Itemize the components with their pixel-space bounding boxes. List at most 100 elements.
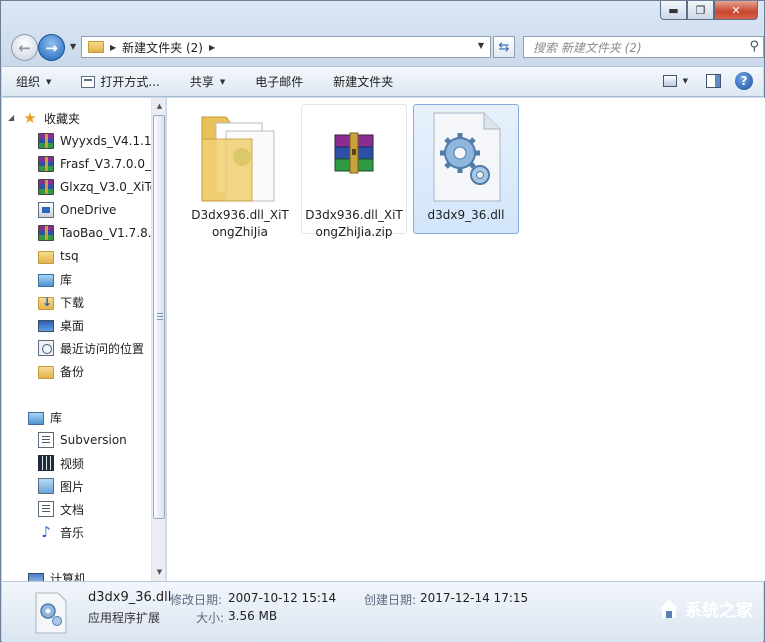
new-folder-button[interactable]: 新建文件夹 <box>333 73 393 90</box>
sidebar-item-backup[interactable]: 备份 <box>38 360 165 382</box>
computer-icon <box>28 573 44 581</box>
search-icon[interactable]: ⚲ <box>749 39 759 54</box>
created-date-label: 创建日期: <box>364 593 417 607</box>
open-with-label: 打开方式... <box>100 75 160 89</box>
sidebar-item-label: TaoBao_V1.7.8. <box>60 226 152 240</box>
breadcrumb-current[interactable]: 新建文件夹 (2) <box>122 39 203 56</box>
sidebar-item-label: 图片 <box>60 479 85 494</box>
file-list: D3dx936.dll_XiTongZhiJia D3dx936.dll_XiT… <box>167 98 765 581</box>
dll-gear-icon <box>433 112 501 202</box>
sidebar-libraries-header[interactable]: 库 <box>28 406 165 428</box>
email-label: 电子邮件 <box>255 75 304 89</box>
sidebar-item-videos[interactable]: 视频 <box>38 452 165 474</box>
winrar-archive-icon <box>38 133 54 149</box>
file-item-zip[interactable]: D3dx936.dll_XiTongZhiJia.zip <box>301 104 407 239</box>
sidebar-item-label: Glxzq_V3.0_XiTo <box>60 180 158 194</box>
grip-icon <box>157 313 163 321</box>
close-button[interactable]: ✕ <box>714 1 758 20</box>
share-label: 共享 <box>189 75 214 89</box>
desktop-icon <box>38 320 54 332</box>
share-menu[interactable]: 共享 ▼ <box>190 73 225 90</box>
minimize-button[interactable]: ▬ <box>660 1 687 20</box>
preview-pane-icon[interactable] <box>706 74 721 88</box>
sidebar-item-documents[interactable]: 文档 <box>38 498 165 520</box>
sidebar-item-downloads[interactable]: 下载 <box>38 291 165 313</box>
onedrive-icon <box>38 202 54 218</box>
sidebar-item-library[interactable]: 库 <box>38 268 165 290</box>
details-file-name: d3dx9_36.dll <box>88 590 172 605</box>
change-view-icon[interactable] <box>662 75 677 87</box>
downloads-icon <box>38 295 54 310</box>
sidebar-item-recent-places[interactable]: 最近访问的位置 <box>38 337 165 359</box>
search-input[interactable]: 搜索 新建文件夹 (2) ⚲ <box>523 36 764 58</box>
sidebar-item-music[interactable]: ♪ 音乐 <box>38 521 165 543</box>
help-icon[interactable]: ? <box>735 72 753 90</box>
created-date-value: 2017-12-14 17:15 <box>420 591 529 605</box>
view-controls: ▼ ? <box>662 72 753 90</box>
refresh-icon: ⇆ <box>498 39 510 55</box>
organize-label: 组织 <box>16 75 41 89</box>
sidebar-item-desktop[interactable]: 桌面 <box>38 314 165 336</box>
breadcrumb-chevron-icon[interactable]: ▶ <box>209 43 215 52</box>
view-options-dropdown[interactable]: ▼ <box>683 77 688 85</box>
scrollbar-thumb[interactable] <box>153 115 165 519</box>
winrar-archive-icon <box>334 132 374 174</box>
sidebar-item-glxzq[interactable]: Glxzq_V3.0_XiTo <box>38 176 165 198</box>
sidebar-item-label: 备份 <box>60 364 85 379</box>
details-file-type: 应用程序扩展 <box>88 611 161 625</box>
chevron-down-icon: ▼ <box>46 77 52 86</box>
recent-places-icon <box>38 340 54 356</box>
watermark-logo: 系统之家 <box>657 596 753 621</box>
sidebar-item-tsq[interactable]: tsq <box>38 245 165 267</box>
size-label: 大小: <box>196 611 225 625</box>
address-history-dropdown[interactable]: ▼ <box>478 41 484 50</box>
file-name: d3dx9_36.dll <box>427 208 505 222</box>
forward-button[interactable]: → <box>38 34 65 61</box>
file-item-dll[interactable]: d3dx9_36.dll <box>413 104 519 234</box>
library-icon <box>38 273 54 287</box>
back-button[interactable]: ← <box>11 34 38 61</box>
arrow-left-icon: ← <box>18 38 31 57</box>
watermark-text: 系统之家 <box>685 601 753 621</box>
sidebar-item-label: 音乐 <box>60 525 85 540</box>
winrar-archive-icon <box>38 179 54 195</box>
sidebar-item-label: Frasf_V3.7.0.0_X <box>60 157 160 171</box>
file-name: D3dx936.dll_XiTongZhiJia <box>191 208 289 239</box>
organize-menu[interactable]: 组织 ▼ <box>16 73 51 90</box>
maximize-button[interactable]: ❐ <box>687 1 714 20</box>
sidebar-item-label: 计算机 <box>50 571 87 582</box>
email-button[interactable]: 电子邮件 <box>255 73 303 90</box>
recent-pages-dropdown[interactable]: ▼ <box>70 42 76 51</box>
sidebar-computer-header[interactable]: 计算机 <box>28 567 165 582</box>
refresh-button[interactable]: ⇆ <box>493 36 515 58</box>
file-name: D3dx936.dll_XiTongZhiJia.zip <box>305 208 403 239</box>
document-library-icon <box>38 432 54 448</box>
sidebar-item-wyyxds[interactable]: Wyyxds_V4.1.1.1 <box>38 130 165 152</box>
collapse-arrow-icon[interactable]: ◢ <box>8 110 20 126</box>
open-with-button[interactable]: 打开方式... <box>81 73 160 90</box>
folder-icon <box>201 116 275 202</box>
address-bar[interactable]: ▶ 新建文件夹 (2) ▶ ▼ <box>81 36 491 58</box>
sidebar-item-onedrive[interactable]: OneDrive <box>38 199 165 221</box>
sidebar-item-taobao[interactable]: TaoBao_V1.7.8. <box>38 222 165 244</box>
sidebar-item-label: Subversion <box>60 433 127 447</box>
folder-icon <box>38 250 54 264</box>
sidebar-item-pictures[interactable]: 图片 <box>38 475 165 497</box>
sidebar-item-label: Wyyxds_V4.1.1.1 <box>60 134 164 148</box>
sidebar-favorites-header[interactable]: ◢ ★ 收藏夹 <box>8 107 156 129</box>
sidebar-item-frasf[interactable]: Frasf_V3.7.0.0_X <box>38 153 165 175</box>
sidebar-item-label: 库 <box>50 410 63 425</box>
scroll-up-arrow-icon[interactable]: ▲ <box>152 98 165 113</box>
folder-icon <box>88 41 104 53</box>
sidebar-item-subversion[interactable]: Subversion <box>38 429 165 451</box>
sidebar-item-label: 文档 <box>60 502 85 517</box>
picture-icon <box>38 478 54 494</box>
breadcrumb-chevron-icon[interactable]: ▶ <box>110 43 116 52</box>
document-icon <box>38 501 54 517</box>
scroll-down-arrow-icon[interactable]: ▼ <box>152 564 165 579</box>
winrar-archive-icon <box>38 156 54 172</box>
file-item-folder[interactable]: D3dx936.dll_XiTongZhiJia <box>187 104 293 239</box>
music-note-icon: ♪ <box>41 523 51 541</box>
navigation-scrollbar[interactable]: ▲ ▼ <box>151 98 165 581</box>
sidebar-item-label: 库 <box>60 272 73 287</box>
